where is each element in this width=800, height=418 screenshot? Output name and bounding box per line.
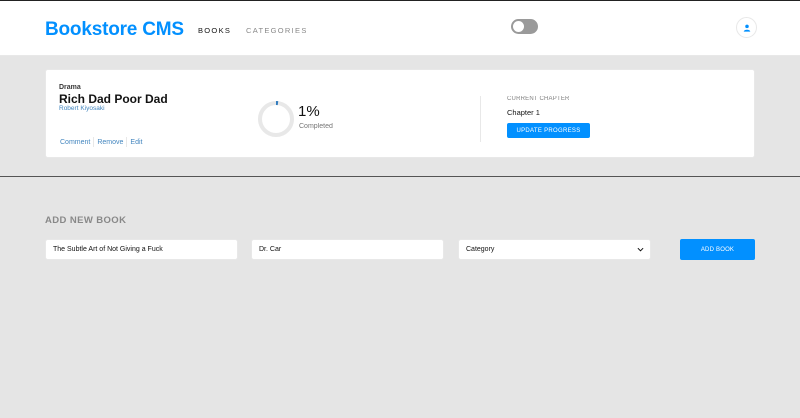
app-header: Bookstore CMS BOOKS CATEGORIES <box>0 0 800 56</box>
progress-ring <box>258 101 294 137</box>
add-book-button[interactable]: ADD BOOK <box>680 239 755 260</box>
book-author-input[interactable]: Dr. Car <box>251 239 444 260</box>
toggle-knob <box>513 21 524 32</box>
update-progress-button[interactable]: UPDATE PROGRESS <box>507 123 590 138</box>
book-title-input-value: The Subtle Art of Not Giving a Fuck <box>53 246 163 253</box>
progress-ring-track <box>258 101 294 137</box>
section-divider <box>0 176 800 177</box>
add-book-heading: ADD NEW BOOK <box>45 215 127 226</box>
user-icon <box>743 24 750 32</box>
book-genre: Drama <box>59 84 81 91</box>
chevron-down-icon <box>637 247 644 252</box>
current-chapter-label: CURRENT CHAPTER <box>507 96 570 102</box>
book-title: Rich Dad Poor Dad <box>59 92 168 106</box>
brand-title[interactable]: Bookstore CMS <box>45 19 184 41</box>
completed-label: Completed <box>299 123 333 130</box>
book-author[interactable]: Robert Kiyosaki <box>59 105 105 112</box>
book-card: Drama Rich Dad Poor Dad Robert Kiyosaki … <box>45 69 755 158</box>
edit-button[interactable]: Edit <box>130 139 142 146</box>
category-select[interactable]: Category <box>458 239 651 260</box>
nav-books[interactable]: BOOKS <box>198 26 231 35</box>
progress-percent: 1% <box>298 103 320 120</box>
book-author-input-value: Dr. Car <box>259 246 282 253</box>
user-button[interactable] <box>736 17 757 38</box>
theme-toggle[interactable] <box>511 19 538 34</box>
card-divider <box>480 96 481 142</box>
remove-button[interactable]: Remove <box>97 139 123 146</box>
nav-categories[interactable]: CATEGORIES <box>246 26 308 35</box>
action-divider <box>93 137 95 147</box>
book-title-input[interactable]: The Subtle Art of Not Giving a Fuck <box>45 239 238 260</box>
book-actions: Comment Remove Edit <box>60 137 142 147</box>
category-select-value: Category <box>466 246 495 253</box>
current-chapter-value: Chapter 1 <box>507 108 540 117</box>
action-divider <box>126 137 128 147</box>
comment-button[interactable]: Comment <box>60 139 90 146</box>
